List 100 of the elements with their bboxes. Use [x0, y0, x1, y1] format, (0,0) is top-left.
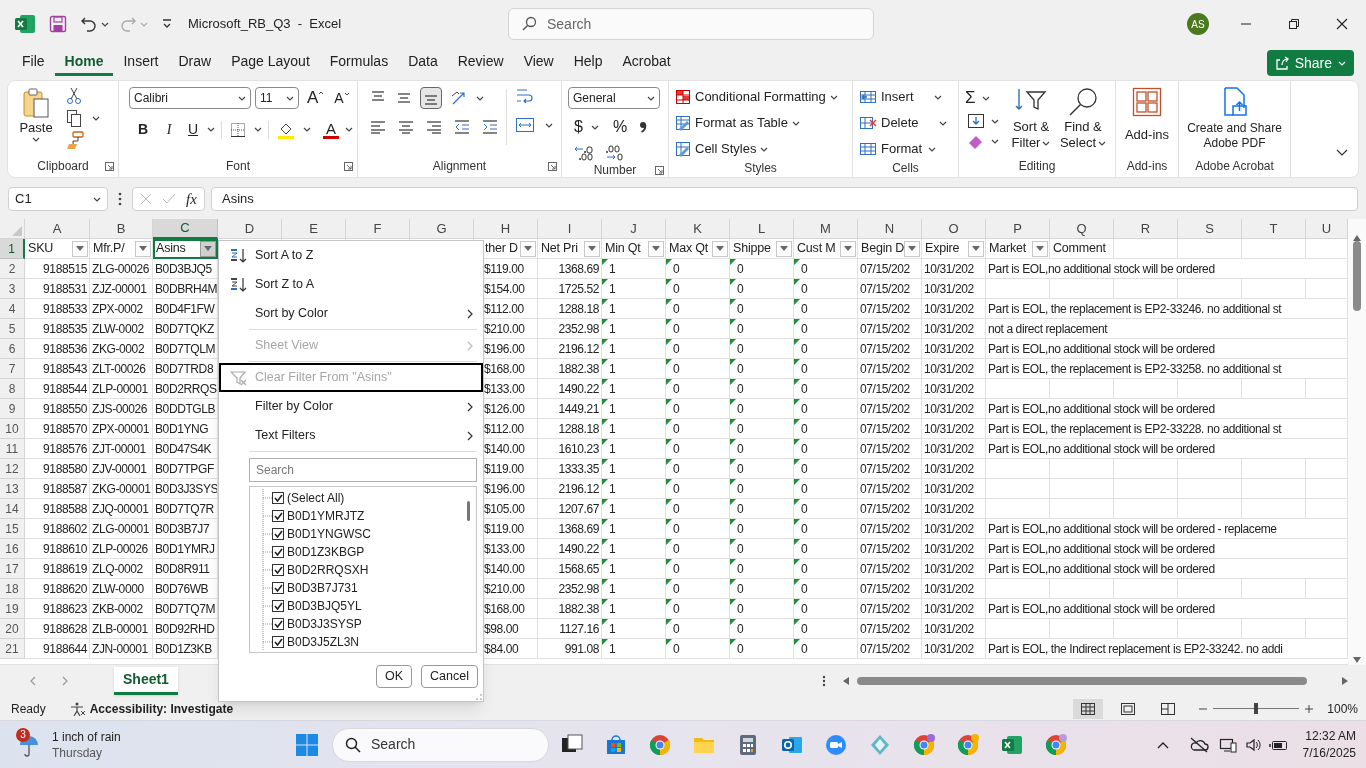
- column-header[interactable]: N: [858, 219, 922, 239]
- align-center-button[interactable]: [396, 119, 416, 135]
- empty-cell[interactable]: [1050, 479, 1114, 499]
- empty-cell[interactable]: [1050, 619, 1114, 639]
- empty-cell[interactable]: [1114, 239, 1178, 259]
- empty-cell[interactable]: [1242, 479, 1306, 499]
- column-header[interactable]: B: [90, 219, 153, 239]
- row-header[interactable]: 7: [0, 359, 25, 379]
- menu-item[interactable]: Filter by Color: [219, 392, 483, 421]
- close-icon[interactable]: [1336, 18, 1348, 30]
- sheet-tab[interactable]: Sheet1: [114, 667, 178, 695]
- chrome-icon[interactable]: [1044, 732, 1068, 757]
- styles-menu-button[interactable]: Conditional Formatting: [675, 87, 838, 107]
- search-field[interactable]: Search: [249, 458, 477, 482]
- column-header[interactable]: H: [474, 219, 538, 239]
- column-header[interactable]: F: [346, 219, 410, 239]
- search-field[interactable]: Search: [508, 8, 874, 40]
- column-header[interactable]: G: [410, 219, 474, 239]
- column-header[interactable]: C: [153, 219, 218, 239]
- grow-font-button[interactable]: A: [307, 88, 325, 108]
- empty-cell[interactable]: [1178, 239, 1242, 259]
- ribbon-tab[interactable]: Acrobat: [612, 50, 681, 76]
- empty-cell[interactable]: [1114, 459, 1178, 479]
- ribbon-tab[interactable]: File: [12, 50, 55, 76]
- resize-grip-icon[interactable]: [476, 694, 482, 700]
- shrink-font-button[interactable]: A: [334, 88, 350, 108]
- cells-menu-button[interactable]: Format: [859, 139, 947, 159]
- previous-sheet-icon[interactable]: [30, 676, 36, 686]
- value-checkbox[interactable]: (Select All): [272, 489, 345, 507]
- filter-button[interactable]: [520, 240, 536, 257]
- number-format-dropdown[interactable]: General: [568, 87, 660, 109]
- currency-button[interactable]: $: [574, 115, 583, 139]
- row-header[interactable]: 5: [0, 319, 25, 339]
- paste-button[interactable]: Paste: [14, 87, 58, 142]
- empty-cell[interactable]: [1242, 459, 1306, 479]
- menu-item[interactable]: Sort Z to A: [219, 270, 483, 299]
- filter-button[interactable]: [840, 240, 856, 257]
- align-bottom-button[interactable]: [420, 87, 442, 109]
- filter-button[interactable]: [200, 240, 216, 257]
- ribbon-tab[interactable]: Page Layout: [221, 50, 320, 76]
- row-header[interactable]: 9: [0, 399, 25, 419]
- scroll-left-icon[interactable]: [843, 677, 849, 685]
- find-select-button[interactable]: Find & Select: [1059, 87, 1107, 151]
- zoom-slider-thumb[interactable]: [1254, 703, 1259, 714]
- row-header[interactable]: 15: [0, 519, 25, 539]
- empty-cell[interactable]: [1242, 239, 1306, 259]
- column-header[interactable]: M: [794, 219, 858, 239]
- row-header[interactable]: 20: [0, 619, 25, 639]
- zoom-in-icon[interactable]: [1305, 704, 1314, 713]
- ribbon-tab[interactable]: Insert: [113, 50, 169, 76]
- row-header[interactable]: 16: [0, 539, 25, 559]
- dialog-button[interactable]: OK: [376, 665, 413, 688]
- borders-button[interactable]: [228, 121, 248, 138]
- zoom-level[interactable]: 100%: [1327, 699, 1358, 718]
- row-header[interactable]: 13: [0, 479, 25, 499]
- column-header[interactable]: A: [25, 219, 90, 239]
- empty-cell[interactable]: [1114, 619, 1178, 639]
- styles-menu-button[interactable]: Format as Table: [675, 113, 838, 133]
- scrollbar-thumb[interactable]: [857, 677, 1307, 685]
- collapse-ribbon-icon[interactable]: [1336, 149, 1348, 157]
- empty-cell[interactable]: [1114, 579, 1178, 599]
- clock-time[interactable]: 12:32 AM: [1305, 727, 1356, 745]
- increase-decimal-icon[interactable]: [574, 145, 594, 161]
- row-header[interactable]: 12: [0, 459, 25, 479]
- filter-button[interactable]: [72, 240, 88, 257]
- customize-toolbar-icon[interactable]: [162, 19, 172, 29]
- column-header[interactable]: S: [1178, 219, 1242, 239]
- column-header[interactable]: K: [666, 219, 730, 239]
- chrome-icon[interactable]: [956, 732, 980, 757]
- row-header[interactable]: 21: [0, 639, 25, 659]
- empty-cell[interactable]: [986, 579, 1050, 599]
- row-header[interactable]: 11: [0, 439, 25, 459]
- column-header[interactable]: E: [282, 219, 346, 239]
- decrease-indent-button[interactable]: [452, 119, 472, 135]
- value-checkbox[interactable]: B0D1YMRJTZ: [272, 507, 365, 525]
- empty-cell[interactable]: [1178, 619, 1242, 639]
- empty-cell[interactable]: [986, 619, 1050, 639]
- underline-button[interactable]: U: [185, 119, 201, 140]
- value-checkbox[interactable]: B0D1Z3KBGP: [272, 543, 365, 561]
- copy-button[interactable]: [64, 109, 102, 127]
- font-size-dropdown[interactable]: 11: [255, 87, 299, 109]
- row-header[interactable]: 6: [0, 339, 25, 359]
- chrome-icon[interactable]: [912, 732, 936, 757]
- empty-cell[interactable]: [986, 279, 1050, 299]
- create-pdf-button[interactable]: Create and Share Adobe PDF: [1185, 87, 1284, 151]
- formula-input[interactable]: Asins: [211, 187, 1358, 211]
- font-color-button[interactable]: A: [323, 120, 339, 139]
- undo-icon[interactable]: [80, 15, 98, 33]
- fill-down-button[interactable]: [965, 113, 1001, 129]
- row-header[interactable]: 2: [0, 259, 25, 279]
- speaker-icon[interactable]: [1244, 736, 1261, 753]
- italic-button[interactable]: I: [159, 119, 179, 140]
- row-header[interactable]: 1: [0, 239, 25, 259]
- normal-view-button[interactable]: [1073, 698, 1104, 719]
- value-checkbox[interactable]: B0D3J5ZL3N: [272, 633, 360, 651]
- restore-icon[interactable]: [1288, 18, 1300, 30]
- clock-date[interactable]: 7/16/2025: [1302, 744, 1356, 762]
- scroll-right-icon[interactable]: [1342, 677, 1348, 685]
- sort-filter-button[interactable]: Sort & Filter: [1009, 87, 1053, 151]
- more-options-icon[interactable]: [822, 675, 826, 687]
